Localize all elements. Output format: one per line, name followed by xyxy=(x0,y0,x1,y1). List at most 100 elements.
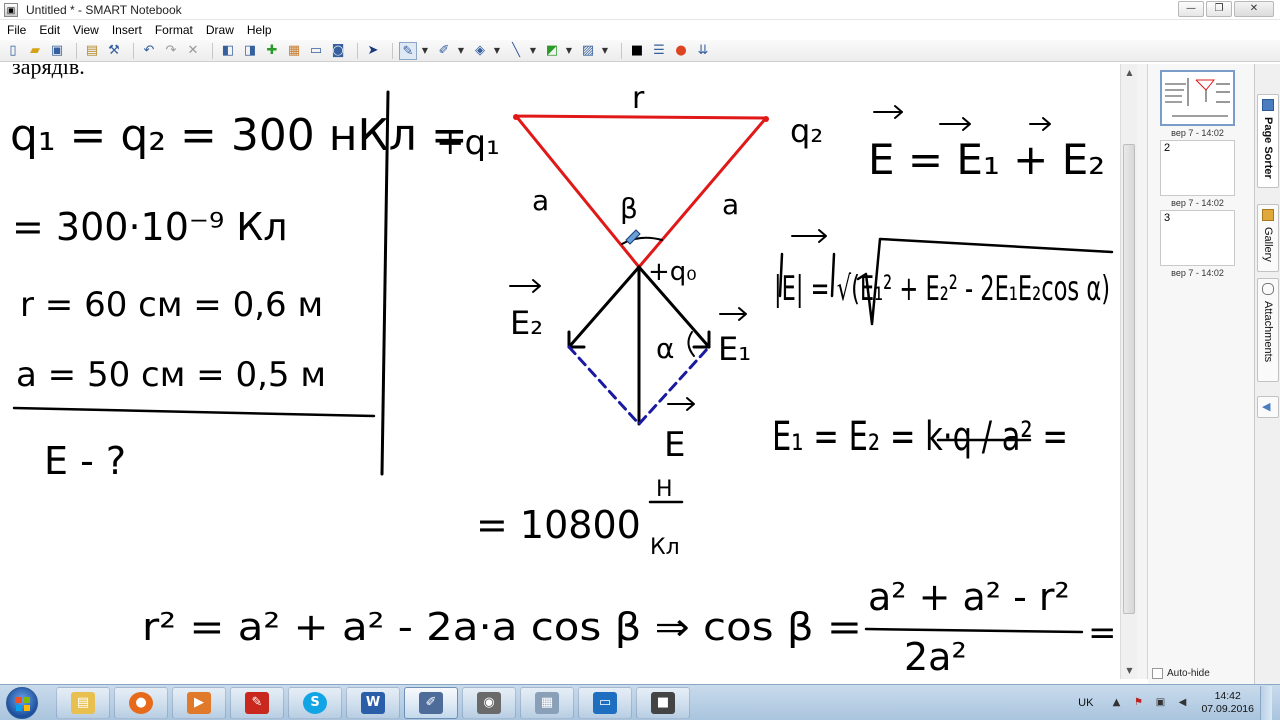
video-icon: ■ xyxy=(651,692,675,714)
chevron-down-icon[interactable]: ▼ xyxy=(493,42,501,60)
network-icon[interactable]: ▣ xyxy=(1153,696,1167,710)
collapse-panel-button[interactable]: ◀ xyxy=(1257,396,1279,418)
whiteboard-canvas[interactable]: зарядів. q₁ = q₂ = 300 нКл = = 300·10⁻⁹ … xyxy=(0,64,1120,679)
menu-view[interactable]: View xyxy=(73,23,99,37)
page-thumbnail-2[interactable]: 2 xyxy=(1160,140,1235,196)
clock-time: 14:42 xyxy=(1214,690,1241,702)
menu-edit[interactable]: Edit xyxy=(39,23,60,37)
panel-splitter[interactable] xyxy=(1137,64,1148,679)
volume-icon[interactable]: ◀ xyxy=(1175,696,1189,710)
clock[interactable]: 14:42 07.09.2016 xyxy=(1201,690,1254,716)
menu-draw[interactable]: Draw xyxy=(206,23,234,37)
previous-page-icon[interactable]: ◧ xyxy=(219,42,237,60)
canvas-vertical-scrollbar[interactable]: ▲ ▼ xyxy=(1120,64,1137,679)
label-e1: E₁ xyxy=(718,330,751,368)
paperclip-icon xyxy=(1262,283,1274,295)
taskbar-explorer[interactable]: ▤ xyxy=(56,687,110,719)
find-divider-line xyxy=(12,406,376,418)
new-page-icon[interactable]: ▯ xyxy=(4,42,22,60)
eraser-icon[interactable]: ◈ xyxy=(471,42,489,60)
taskbar-word[interactable]: W xyxy=(346,687,400,719)
save-icon[interactable]: ▣ xyxy=(48,42,66,60)
chevron-down-icon[interactable]: ▼ xyxy=(421,42,429,60)
minimize-button[interactable]: — xyxy=(1178,1,1204,17)
scroll-down-arrow-icon[interactable]: ▼ xyxy=(1121,662,1138,679)
text-icon[interactable]: ■ xyxy=(628,42,646,60)
chevron-down-icon[interactable]: ▼ xyxy=(529,42,537,60)
redo-icon[interactable]: ↷ xyxy=(162,42,180,60)
menu-file[interactable]: File xyxy=(7,23,26,37)
formula-cos-denominator: 2a² xyxy=(904,635,967,679)
menu-help[interactable]: Help xyxy=(247,23,272,37)
page-thumbnail-preview xyxy=(1165,78,1230,117)
taskbar-acrobat[interactable]: ✎ xyxy=(230,687,284,719)
checkbox-icon[interactable] xyxy=(1152,668,1163,679)
menu-format[interactable]: Format xyxy=(155,23,193,37)
tab-attachments[interactable]: Attachments xyxy=(1257,278,1279,382)
taskbar-camera[interactable]: ◉ xyxy=(462,687,516,719)
taskbar-skype[interactable]: S xyxy=(288,687,342,719)
undo-icon[interactable]: ↶ xyxy=(140,42,158,60)
toolbar: ▯ ▰ ▣ ▤ ⚒ ↶ ↷ ✕ ◧ ◨ ✚ ▦ ▭ ◙ ➤ ✎ ▼ ✐ ▼ ◈ … xyxy=(0,40,1280,62)
capture-icon[interactable]: ◙ xyxy=(329,42,347,60)
tab-page-sorter[interactable]: Page Sorter xyxy=(1257,94,1279,188)
given-charges-si: = 300·10⁻⁹ Кл xyxy=(12,205,288,249)
show-desktop-button[interactable] xyxy=(1260,686,1272,720)
maximize-button[interactable]: ❐ xyxy=(1206,1,1232,17)
vector-mark-e xyxy=(667,397,695,411)
select-icon[interactable]: ➤ xyxy=(364,42,382,60)
label-alpha: α xyxy=(656,332,674,365)
color-icon[interactable]: ● xyxy=(672,42,690,60)
toolbar-separator xyxy=(357,42,358,59)
vector-mark-sum-e1 xyxy=(939,117,971,131)
find-field: E - ? xyxy=(44,439,126,483)
chevron-down-icon[interactable]: ▼ xyxy=(457,42,465,60)
line-style-icon[interactable]: ☰ xyxy=(650,42,668,60)
scroll-thumb[interactable] xyxy=(1123,144,1135,614)
shape-icon[interactable]: ◩ xyxy=(543,42,561,60)
chevron-down-icon[interactable]: ▼ xyxy=(565,42,573,60)
paste-icon[interactable]: ▤ xyxy=(83,42,101,60)
action-center-icon[interactable]: ⚑ xyxy=(1131,696,1145,710)
tab-gallery[interactable]: Gallery xyxy=(1257,204,1279,272)
full-screen-icon[interactable]: ▭ xyxy=(307,42,325,60)
line-icon[interactable]: ╲ xyxy=(507,42,525,60)
calculator-icon: ▦ xyxy=(535,692,559,714)
taskbar-media-player[interactable]: ▶ xyxy=(172,687,226,719)
windows-logo-icon xyxy=(16,697,30,711)
menu-insert[interactable]: Insert xyxy=(112,23,142,37)
page-thumbnail-2-label: вер 7 - 14:02 xyxy=(1171,198,1224,208)
formula-cos-equals: = xyxy=(1088,613,1117,653)
close-button[interactable]: ✕ xyxy=(1234,1,1274,17)
delete-icon[interactable]: ✕ xyxy=(184,42,202,60)
transparency-icon[interactable]: ⇊ xyxy=(694,42,712,60)
taskbar-video[interactable]: ■ xyxy=(636,687,690,719)
open-icon[interactable]: ▰ xyxy=(26,42,44,60)
add-page-icon[interactable]: ✚ xyxy=(263,42,281,60)
page-thumbnail-3[interactable]: 3 xyxy=(1160,210,1235,266)
smart-notebook-window: ▣ Untitled * - SMART Notebook — ❐ ✕ File… xyxy=(0,0,1280,720)
scroll-up-arrow-icon[interactable]: ▲ xyxy=(1121,64,1138,81)
start-button[interactable] xyxy=(6,687,38,719)
creative-pen-icon[interactable]: ✐ xyxy=(435,42,453,60)
screen-shade-icon[interactable]: ▦ xyxy=(285,42,303,60)
taskbar-calculator[interactable]: ▦ xyxy=(520,687,574,719)
next-page-icon[interactable]: ◨ xyxy=(241,42,259,60)
page-sorter-icon xyxy=(1262,99,1274,111)
formula-superposition: E = E₁ + E₂ xyxy=(868,135,1105,184)
toolbar-separator xyxy=(392,42,393,59)
taskbar-display[interactable]: ▭ xyxy=(578,687,632,719)
cos-fraction-bar xyxy=(864,627,1084,634)
show-hidden-icons-icon[interactable]: ▲ xyxy=(1109,696,1123,710)
heading-fragment: зарядів. xyxy=(12,64,85,79)
fill-icon[interactable]: ▨ xyxy=(579,42,597,60)
taskbar-smart-notebook[interactable]: ✐ xyxy=(404,687,458,719)
language-indicator[interactable]: UK xyxy=(1078,697,1093,709)
properties-icon[interactable]: ⚒ xyxy=(105,42,123,60)
label-q1: +q₁ xyxy=(436,123,500,163)
pen-icon[interactable]: ✎ xyxy=(399,41,417,60)
chevron-down-icon[interactable]: ▼ xyxy=(601,42,609,60)
page-thumbnail-1[interactable] xyxy=(1160,70,1235,126)
taskbar-firefox[interactable]: ● xyxy=(114,687,168,719)
auto-hide-checkbox[interactable]: Auto-hide xyxy=(1152,668,1210,679)
